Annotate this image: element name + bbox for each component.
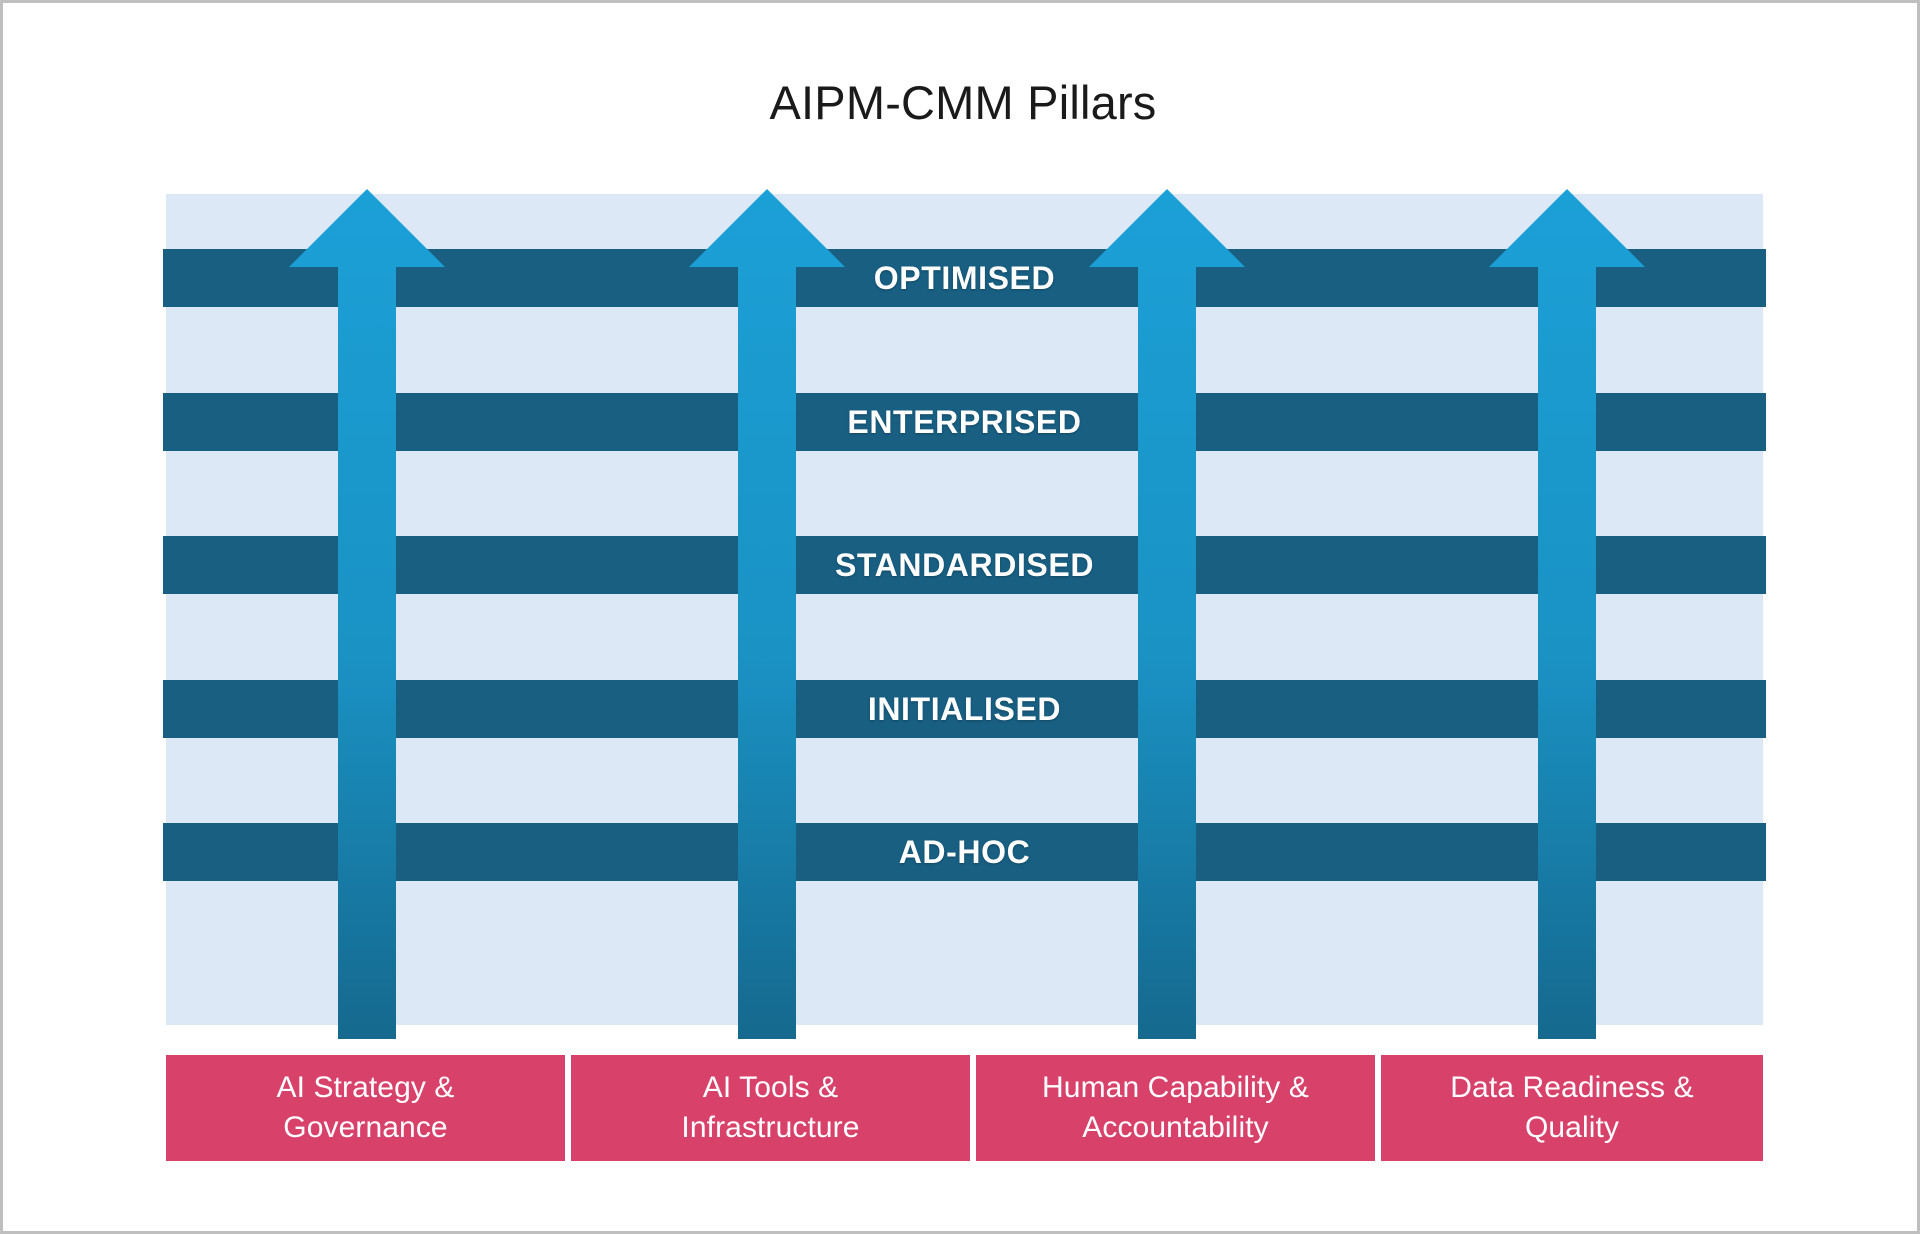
pillar-label-line2: Quality xyxy=(1524,1111,1620,1144)
level-label-initialised: INITIALISED xyxy=(867,691,1062,727)
level-bar-ad-hoc: AD-HOC xyxy=(163,823,1766,881)
pillar-label-line2: Infrastructure xyxy=(681,1111,860,1144)
pillar-label-line1: AI Tools & xyxy=(702,1071,839,1105)
pillar-box-human-capability-accountability[interactable]: Human Capability & Accountability xyxy=(976,1055,1375,1161)
maturity-grid-panel xyxy=(166,194,1763,1025)
level-bar-enterprised: ENTERPRISED xyxy=(163,393,1766,451)
pillar-box-ai-tools-infrastructure[interactable]: AI Tools & Infrastructure xyxy=(571,1055,970,1161)
level-label-enterprised: ENTERPRISED xyxy=(847,404,1082,440)
level-bar-optimised: OPTIMISED xyxy=(163,249,1766,307)
level-label-standardised: STANDARDISED xyxy=(834,547,1095,583)
level-bar-standardised: STANDARDISED xyxy=(163,536,1766,594)
level-bar-initialised: INITIALISED xyxy=(163,680,1766,738)
pillar-label-line1: Data Readiness & xyxy=(1450,1071,1694,1105)
pillar-box-ai-strategy-governance[interactable]: AI Strategy & Governance xyxy=(166,1055,565,1161)
pillar-box-data-readiness-quality[interactable]: Data Readiness & Quality xyxy=(1381,1055,1763,1161)
level-label-optimised: OPTIMISED xyxy=(873,260,1056,296)
level-label-ad-hoc: AD-HOC xyxy=(898,834,1031,870)
diagram-canvas: AIPM-CMM Pillars OPTIMISED ENTERPRISED S… xyxy=(0,0,1920,1234)
pillar-label-line2: Governance xyxy=(283,1111,448,1144)
pillar-label-line2: Accountability xyxy=(1082,1111,1269,1144)
page-title: AIPM-CMM Pillars xyxy=(769,76,1157,129)
pillar-label-line1: AI Strategy & xyxy=(276,1071,455,1105)
pillar-label-line1: Human Capability & xyxy=(1042,1071,1309,1105)
